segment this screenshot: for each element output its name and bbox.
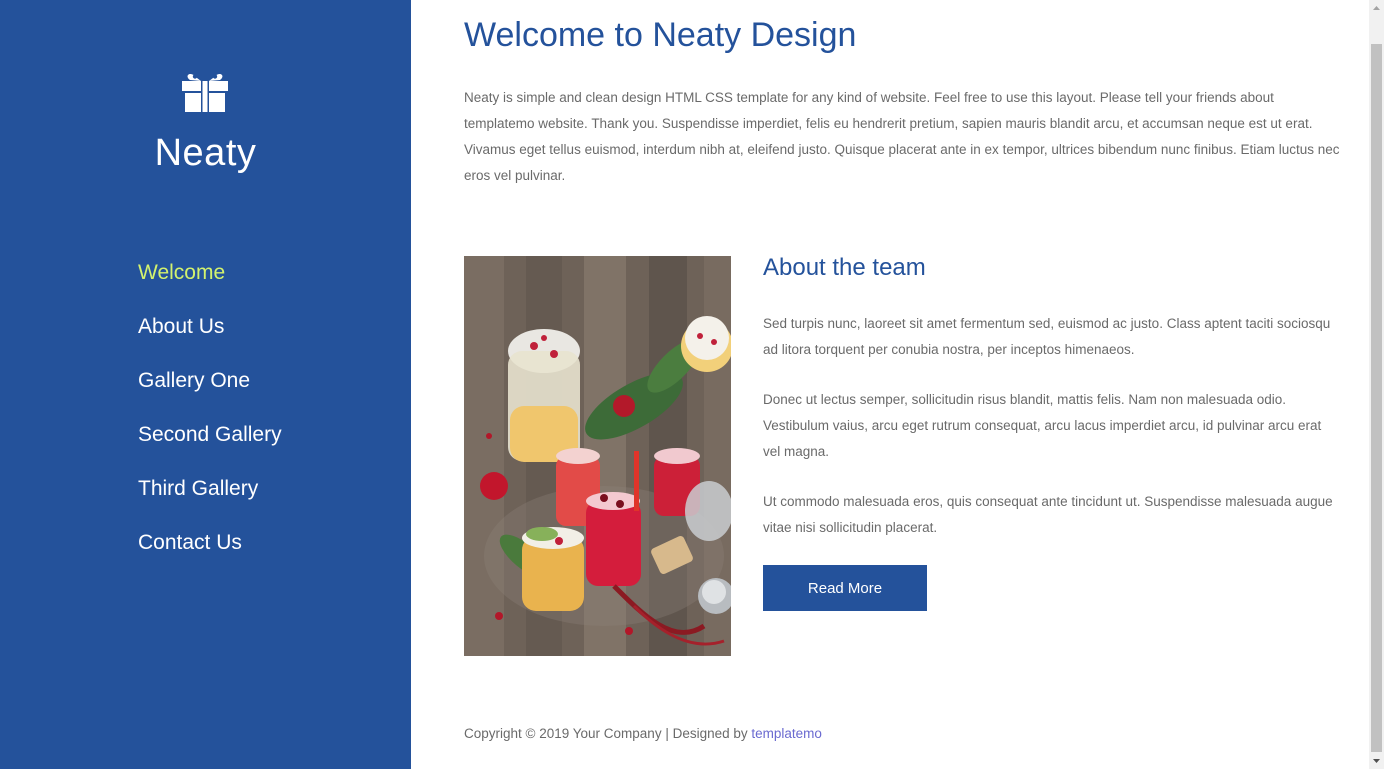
scroll-up-arrow-icon[interactable] — [1369, 0, 1384, 17]
intro-paragraph: Neaty is simple and clean design HTML CS… — [464, 90, 1340, 183]
gift-icon — [182, 74, 228, 112]
nav-item-gallery-one[interactable]: Gallery One — [138, 363, 250, 399]
footer: Copyright © 2019 Your Company | Designed… — [464, 726, 822, 741]
about-paragraph-3: Ut commodo malesuada eros, quis consequa… — [763, 494, 1333, 535]
page-title: Welcome to Neaty Design — [464, 16, 857, 54]
about-title: About the team — [763, 254, 926, 281]
nav-item-third-gallery[interactable]: Third Gallery — [138, 471, 258, 507]
brand-name: Neaty — [154, 132, 257, 174]
vertical-scrollbar[interactable] — [1369, 0, 1384, 769]
read-more-button[interactable]: Read More — [763, 565, 927, 611]
nav-item-welcome[interactable]: Welcome — [138, 255, 225, 291]
main-nav: Welcome About Us Gallery One Second Gall… — [138, 255, 282, 579]
about-section: About the team Sed turpis nunc, laoreet … — [763, 250, 1338, 611]
about-paragraph-2: Donec ut lectus semper, sollicitudin ris… — [763, 392, 1322, 459]
scrollbar-thumb[interactable] — [1371, 44, 1382, 752]
footer-copyright: Copyright © 2019 Your Company | Designed… — [464, 726, 752, 741]
drinks-photo — [464, 256, 731, 656]
nav-item-about-us[interactable]: About Us — [138, 309, 224, 345]
footer-templatemo-link[interactable]: templatemo — [751, 726, 822, 741]
sidebar: Neaty Welcome About Us Gallery One Secon… — [0, 0, 411, 769]
main-content: Welcome to Neaty Design Neaty is simple … — [464, 0, 1344, 769]
nav-item-second-gallery[interactable]: Second Gallery — [138, 417, 282, 453]
about-paragraph-1: Sed turpis nunc, laoreet sit amet fermen… — [763, 316, 1331, 357]
scroll-down-arrow-icon[interactable] — [1369, 752, 1384, 769]
nav-item-contact-us[interactable]: Contact Us — [138, 525, 242, 561]
